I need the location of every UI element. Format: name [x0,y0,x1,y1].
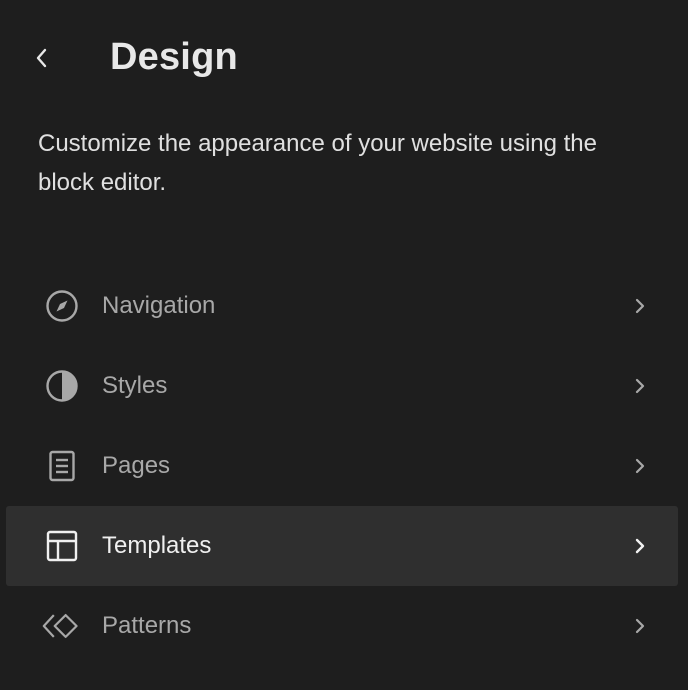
diamond-pattern-icon [42,606,82,646]
chevron-right-icon [628,374,652,398]
chevron-right-icon [628,454,652,478]
back-button[interactable] [22,38,62,78]
menu-item-label: Templates [102,532,212,559]
menu-item-label: Patterns [102,612,192,639]
menu-item-pages[interactable]: Pages [6,426,678,506]
menu-item-styles[interactable]: Styles [6,346,678,426]
chevron-right-icon [628,614,652,638]
menu-item-label: Pages [102,452,171,479]
design-menu: Navigation Styles Pages Templates Patter… [6,266,678,666]
menu-item-label: Styles [102,372,168,399]
chevron-right-icon [628,534,652,558]
menu-item-templates[interactable]: Templates [6,506,678,586]
compass-icon [42,286,82,326]
half-circle-icon [42,366,82,406]
layout-icon [42,526,82,566]
page-icon [42,446,82,486]
page-title: Design [110,36,238,78]
page-description: Customize the appearance of your website… [38,130,597,196]
panel-header: Design [0,24,688,90]
menu-item-navigation[interactable]: Navigation [6,266,678,346]
menu-item-patterns[interactable]: Patterns [6,586,678,666]
chevron-left-icon [36,48,47,68]
chevron-right-icon [628,294,652,318]
menu-item-label: Navigation [102,292,216,319]
design-panel: Design Customize the appearance of your … [0,0,688,690]
